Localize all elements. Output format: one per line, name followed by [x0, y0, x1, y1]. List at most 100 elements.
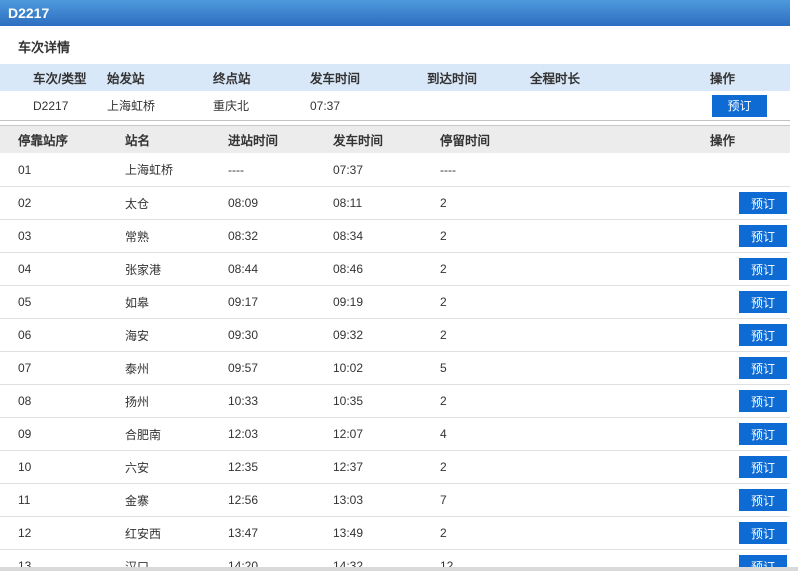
table-row: 08 扬州 10:33 10:35 2 预订	[0, 384, 790, 417]
stop-arrive-time: 08:09	[228, 196, 259, 210]
table-row: 03 常熟 08:32 08:34 2 预订	[0, 219, 790, 252]
stop-duration: 2	[440, 196, 447, 210]
stop-action-cell: 预订	[710, 522, 790, 544]
stop-depart-time: 08:11	[333, 196, 363, 210]
stop-action-cell: 预订	[710, 456, 790, 478]
stop-depart-time: 08:34	[333, 229, 364, 243]
header-stop-duration: 停留时间	[440, 134, 491, 148]
train-table-header: 车次/类型 始发站 终点站 发车时间 到达时间 全程时长 操作	[0, 64, 790, 91]
stop-station: 常熟	[125, 229, 150, 244]
book-button[interactable]: 预订	[739, 522, 787, 544]
book-button[interactable]: 预订	[739, 423, 787, 445]
stop-duration: 2	[440, 328, 447, 342]
stop-arrive-time: 08:32	[228, 229, 259, 243]
stop-depart-time: 13:03	[333, 493, 364, 507]
book-button[interactable]: 预订	[739, 357, 787, 379]
book-button[interactable]: 预订	[739, 258, 787, 280]
stop-seq: 08	[18, 394, 32, 408]
table-row: 02 太仓 08:09 08:11 2 预订	[0, 186, 790, 219]
stop-depart-time: 13:49	[333, 526, 364, 540]
stop-action-cell: 预订	[710, 489, 790, 511]
stop-depart-time: 10:35	[333, 394, 364, 408]
stop-arrive-time: ----	[228, 162, 244, 177]
stop-depart-time: 12:37	[333, 460, 364, 474]
book-button[interactable]: 预订	[739, 456, 787, 478]
book-button[interactable]: 预订	[739, 291, 787, 313]
header-action: 操作	[710, 72, 736, 86]
stop-station: 六安	[125, 460, 150, 475]
stop-arrive-time: 09:30	[228, 328, 259, 342]
header-station-name: 站名	[125, 134, 151, 148]
book-button[interactable]: 预订	[739, 324, 787, 346]
stop-duration: 2	[440, 394, 447, 408]
stop-station: 太仓	[125, 196, 150, 211]
table-row: 01 上海虹桥 ---- 07:37 ----	[0, 153, 790, 186]
stop-seq: 09	[18, 427, 32, 441]
stop-depart-time: 08:46	[333, 262, 364, 276]
stop-duration: ----	[440, 162, 456, 177]
stop-station: 上海虹桥	[125, 163, 174, 177]
table-row: 12 红安西 13:47 13:49 2 预订	[0, 516, 790, 549]
train-departure: 07:37	[310, 98, 341, 113]
stop-depart-time: 07:37	[333, 162, 364, 177]
stop-station: 金寨	[125, 493, 150, 508]
stop-duration: 2	[440, 229, 447, 243]
stop-depart-time: 10:02	[333, 361, 364, 375]
train-origin: 上海虹桥	[107, 99, 156, 113]
stop-duration: 4	[440, 427, 447, 441]
stop-station: 红安西	[125, 526, 162, 541]
train-code: D2217	[33, 98, 69, 113]
header-arrival: 到达时间	[427, 72, 478, 86]
stop-seq: 02	[18, 196, 32, 210]
bottom-cutoff-band	[0, 567, 798, 571]
stop-seq: 01	[18, 162, 32, 177]
header-terminus: 终点站	[213, 72, 251, 86]
stop-arrive-time: 08:44	[228, 262, 259, 276]
stop-action-cell: 预订	[710, 390, 790, 412]
book-button[interactable]: 预订	[739, 489, 787, 511]
stop-seq: 04	[18, 262, 32, 276]
stop-station: 泰州	[125, 361, 150, 376]
stop-duration: 7	[440, 493, 447, 507]
stop-duration: 2	[440, 262, 447, 276]
stop-action-cell	[710, 159, 790, 181]
stop-seq: 07	[18, 361, 32, 375]
train-terminus: 重庆北	[213, 99, 250, 113]
table-row: 07 泰州 09:57 10:02 5 预订	[0, 351, 790, 384]
header-duration: 全程时长	[530, 72, 581, 86]
stop-action-cell: 预订	[710, 225, 790, 247]
stop-action-cell: 预订	[710, 192, 790, 214]
stop-arrive-time: 13:47	[228, 526, 259, 540]
train-action-cell: 预订	[710, 94, 790, 117]
header-stop-action: 操作	[710, 134, 736, 148]
book-button[interactable]: 预订	[739, 390, 787, 412]
stop-duration: 2	[440, 460, 447, 474]
table-row: 06 海安 09:30 09:32 2 预订	[0, 318, 790, 351]
stop-action-cell: 预订	[710, 423, 790, 445]
table-row: 05 如皋 09:17 09:19 2 预订	[0, 285, 790, 318]
header-stop-seq: 停靠站序	[18, 134, 69, 148]
header-depart-time: 发车时间	[333, 134, 384, 148]
stop-seq: 03	[18, 229, 32, 243]
stop-station: 海安	[125, 328, 150, 343]
table-row: 11 金寨 12:56 13:03 7 预订	[0, 483, 790, 516]
stop-duration: 5	[440, 361, 447, 375]
train-summary-row: D2217 上海虹桥 重庆北 07:37 预订	[0, 91, 790, 121]
stop-action-cell: 预订	[710, 258, 790, 280]
stop-depart-time: 09:19	[333, 295, 364, 309]
stop-station: 如皋	[125, 295, 150, 310]
header-departure: 发车时间	[310, 72, 361, 86]
stop-arrive-time: 09:17	[228, 295, 259, 309]
stop-station: 扬州	[125, 394, 150, 409]
stops-table-body: 01 上海虹桥 ---- 07:37 ---- 02 太仓 08:09 08:1…	[0, 153, 790, 571]
book-button[interactable]: 预订	[739, 192, 787, 214]
table-row: 09 合肥南 12:03 12:07 4 预订	[0, 417, 790, 450]
train-code-title: D2217	[8, 5, 50, 21]
section-title: 车次详情	[18, 40, 71, 55]
book-button[interactable]: 预订	[712, 94, 767, 117]
stop-station: 合肥南	[125, 427, 162, 442]
stop-action-cell: 预订	[710, 357, 790, 379]
book-button[interactable]: 预订	[739, 225, 787, 247]
page-content: D2217 车次详情 车次/类型 始发站 终点站 发车时间 到达时间 全程时长 …	[0, 0, 790, 571]
table-row: 04 张家港 08:44 08:46 2 预订	[0, 252, 790, 285]
